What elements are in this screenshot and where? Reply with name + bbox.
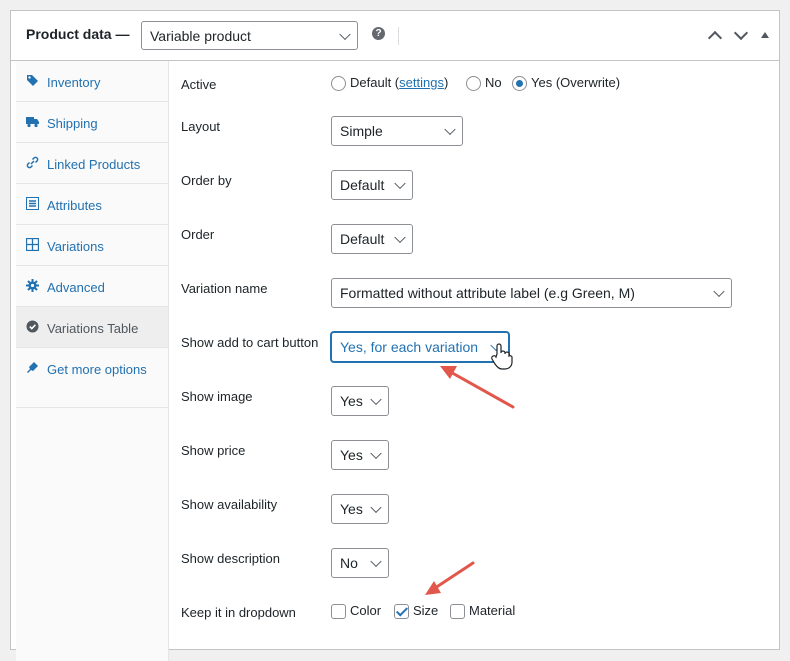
tab-label: Advanced [47,280,105,295]
layout-select[interactable]: Simple [331,116,463,146]
show-price-label: Show price [181,443,246,458]
show-availability-label: Show availability [181,497,278,512]
settings-link[interactable]: settings [399,75,444,90]
active-label: Active [181,77,217,92]
select-value: Yes, for each variation [340,339,479,355]
chevron-down-icon [394,231,406,244]
check-circle-icon [26,320,39,333]
show-description-label: Show description [181,551,280,566]
chevron-down-icon [370,501,382,514]
chevron-down-icon [370,393,382,406]
product-type-select[interactable]: Variable product [141,21,358,50]
truck-icon [26,117,39,128]
option-text: No [485,75,502,90]
show-image-select[interactable]: Yes [331,386,389,416]
radio-no[interactable] [466,76,481,92]
active-option-yes[interactable]: Yes (Overwrite) [512,75,621,92]
help-icon[interactable]: ? [372,27,385,40]
active-option-no[interactable]: No [466,75,502,92]
keep-in-dropdown-label: Keep it in dropdown [181,605,296,620]
chevron-down-icon [394,177,406,190]
keep-option-size[interactable]: Size [394,603,439,620]
product-data-panel: Product data — Variable product ? Invent… [10,10,780,661]
move-up-icon[interactable] [706,28,722,44]
show-add-to-cart-select[interactable]: Yes, for each variation [331,332,509,362]
gear-icon [26,279,39,292]
product-type-value: Variable product [150,28,251,44]
tab-linked-products[interactable]: Linked Products [16,143,168,184]
option-text: ) [443,75,449,90]
select-value: No [340,555,358,571]
tag-icon [27,75,38,86]
select-value: Default [340,177,385,193]
select-value: Formatted without attribute label (e.g G… [340,285,635,301]
chevron-down-icon [713,285,725,298]
tab-label: Variations Table [47,321,139,336]
toggle-panel-icon[interactable] [757,28,773,44]
tab-shipping[interactable]: Shipping [16,102,168,143]
chevron-down-icon [444,123,456,136]
tab-get-more-options[interactable]: Get more options [16,348,168,408]
panel-header: Product data — Variable product ? [11,11,779,61]
show-availability-select[interactable]: Yes [331,494,389,524]
size-checkbox[interactable] [394,604,409,620]
radio-default[interactable] [331,76,346,92]
list-icon [26,197,39,210]
header-divider [398,27,399,45]
option-text: Material [469,603,516,618]
variation-name-label: Variation name [181,281,268,296]
material-checkbox[interactable] [450,604,465,620]
select-value: Yes [340,447,363,463]
move-down-icon[interactable] [732,28,748,44]
radio-yes[interactable] [512,76,527,92]
link-icon [26,156,39,169]
option-text: Yes (Overwrite) [531,75,621,90]
tab-label: Shipping [47,116,98,131]
product-data-tabs: Inventory Shipping Linked Products Attri… [16,61,169,661]
grid-icon [26,238,39,251]
show-add-to-cart-label: Show add to cart button [181,335,319,350]
tab-variations-table[interactable]: Variations Table [16,307,168,348]
chevron-down-icon [339,28,351,40]
tab-variations[interactable]: Variations [16,225,168,266]
panel-title: Product data — [26,26,130,42]
tab-advanced[interactable]: Advanced [16,266,168,307]
variation-name-select[interactable]: Formatted without attribute label (e.g G… [331,278,732,308]
show-description-select[interactable]: No [331,548,389,578]
chevron-down-icon [370,555,382,568]
order-select[interactable]: Default [331,224,413,254]
layout-label: Layout [181,119,221,134]
show-price-select[interactable]: Yes [331,440,389,470]
tab-label: Get more options [47,362,147,377]
tab-label: Inventory [47,75,101,90]
active-option-default[interactable]: Default (settings) [331,75,449,92]
select-value: Default [340,231,385,247]
select-value: Yes [340,501,363,517]
order-by-label: Order by [181,173,232,188]
select-value: Simple [340,123,383,139]
tab-label: Attributes [47,198,102,213]
select-value: Yes [340,393,363,409]
order-label: Order [181,227,215,242]
show-image-label: Show image [181,389,253,404]
tab-attributes[interactable]: Attributes [16,184,168,225]
tab-inventory[interactable]: Inventory [16,61,168,102]
keep-option-material[interactable]: Material [450,603,516,620]
option-text: Color [350,603,382,618]
chevron-down-icon [490,339,502,352]
option-text: Size [413,603,439,618]
tab-label: Linked Products [47,157,141,172]
keep-option-color[interactable]: Color [331,603,382,620]
option-text: Default ( [350,75,400,90]
chevron-down-icon [370,447,382,460]
order-by-select[interactable]: Default [331,170,413,200]
tab-label: Variations [47,239,104,254]
color-checkbox[interactable] [331,604,346,620]
